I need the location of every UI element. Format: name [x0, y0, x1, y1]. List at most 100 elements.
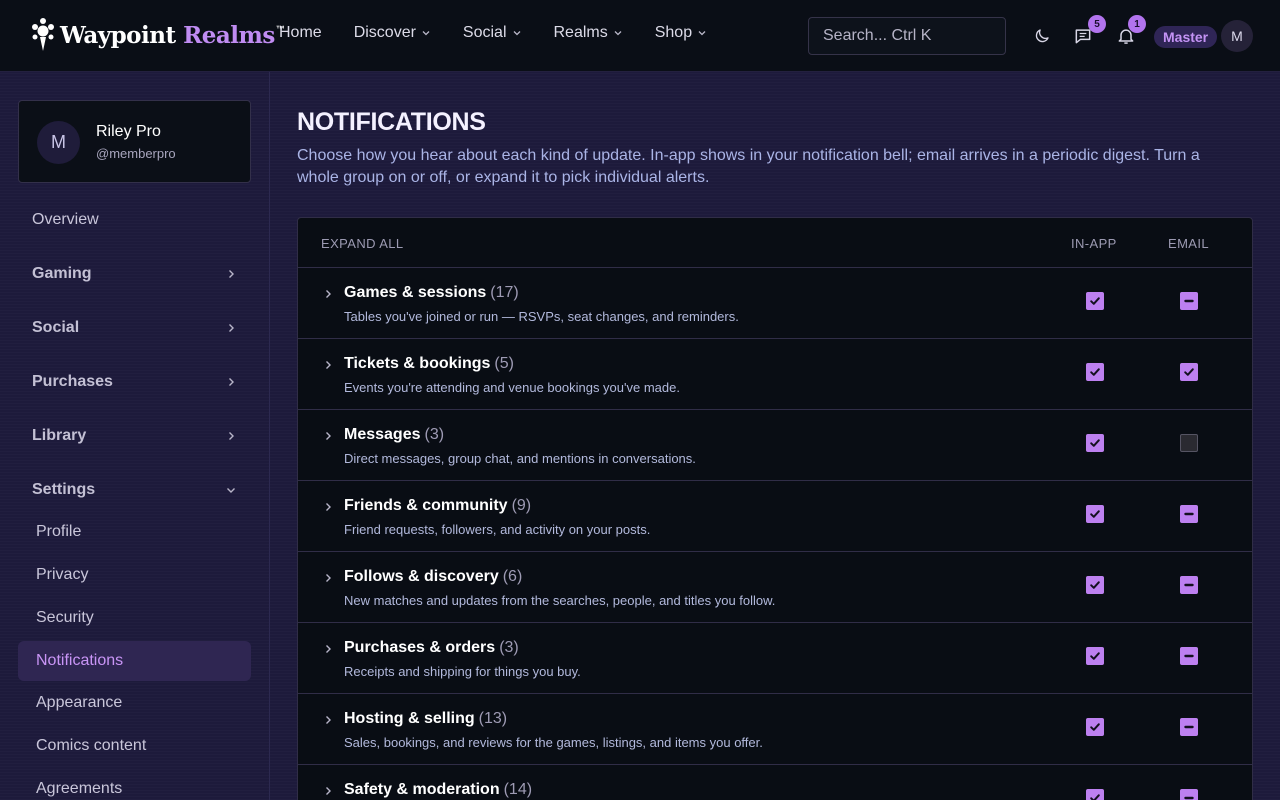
notifications-button[interactable]: 1: [1114, 15, 1146, 48]
email-checkbox[interactable]: [1180, 647, 1198, 665]
chevron-right-icon[interactable]: [322, 572, 334, 584]
group-description: Tables you've joined or run — RSVPs, sea…: [344, 309, 739, 324]
messages-button[interactable]: 5: [1071, 15, 1106, 48]
nav-shop[interactable]: Shop: [655, 24, 707, 42]
group-title: Friends & community (9): [344, 497, 531, 515]
email-checkbox[interactable]: [1180, 363, 1198, 381]
group-description: Sales, bookings, and reviews for the gam…: [344, 735, 763, 750]
sidebar-item-label: Profile: [36, 523, 82, 540]
sidebar-item-purchases[interactable]: Purchases: [18, 362, 251, 402]
user-avatar-button[interactable]: M: [1221, 20, 1253, 52]
check-icon: [1090, 510, 1100, 518]
group-count: (14): [503, 781, 533, 798]
nav-discover[interactable]: Discover: [354, 24, 431, 42]
sidebar-item-appearance[interactable]: Appearance: [18, 683, 251, 723]
search-input[interactable]: Search... Ctrl K: [808, 17, 1006, 55]
chevron-down-icon: [513, 31, 520, 36]
sidebar-item-privacy[interactable]: Privacy: [18, 555, 251, 595]
group-name: Friends & community: [344, 497, 508, 514]
group-name: Games & sessions: [344, 284, 487, 301]
sidebar-item-label: Privacy: [36, 566, 89, 583]
brand-name: Waypoint Realms™: [60, 21, 285, 49]
chevron-right-icon[interactable]: [322, 714, 334, 726]
group-name: Purchases & orders: [344, 639, 496, 656]
minus-icon: [1184, 299, 1194, 303]
nav-realms[interactable]: Realms: [554, 24, 623, 42]
nav-home[interactable]: Home: [279, 24, 322, 42]
expand-all-button[interactable]: EXPAND ALL: [321, 236, 404, 251]
chevron-right-icon[interactable]: [322, 501, 334, 513]
table-row[interactable]: Messages (3) Direct messages, group chat, …: [298, 410, 1252, 481]
sidebar-item-overview[interactable]: Overview: [18, 200, 251, 240]
nav-realms-label: Realms: [553, 24, 608, 41]
in-app-checkbox[interactable]: [1086, 576, 1104, 594]
chevron-right-icon: [229, 270, 234, 278]
nav-social-label: Social: [462, 24, 507, 41]
sidebar-item-security[interactable]: Security: [18, 598, 251, 638]
group-title: Tickets & bookings (5): [344, 355, 514, 373]
chevron-down-icon: [698, 31, 706, 36]
avatar-initial: M: [1231, 28, 1243, 44]
sidebar-item-label: Appearance: [36, 694, 123, 711]
sidebar-item-social[interactable]: Social: [18, 308, 251, 348]
profile-card[interactable]: M Riley Pro @memberpro: [18, 100, 251, 183]
email-checkbox[interactable]: [1180, 505, 1198, 523]
group-count: (3): [424, 426, 445, 443]
in-app-checkbox[interactable]: [1086, 434, 1104, 452]
in-app-checkbox[interactable]: [1086, 505, 1104, 523]
in-app-checkbox[interactable]: [1086, 363, 1104, 381]
email-checkbox[interactable]: [1180, 292, 1198, 310]
sidebar-item-comics-content[interactable]: Comics content: [18, 726, 251, 766]
chevron-right-icon: [229, 432, 234, 440]
nav-social[interactable]: Social: [463, 24, 522, 42]
chevron-down-icon: [614, 31, 622, 36]
sidebar-item-label: Agreements: [36, 780, 123, 797]
profile-initial: M: [51, 132, 66, 152]
email-checkbox[interactable]: [1180, 576, 1198, 594]
sidebar-item-gaming[interactable]: Gaming: [18, 254, 251, 294]
email-checkbox[interactable]: [1180, 434, 1198, 452]
table-row[interactable]: Games & sessions (17) Tables you've joined…: [298, 268, 1252, 339]
brand-logo-link[interactable]: Waypoint Realms™: [30, 15, 285, 55]
email-checkbox[interactable]: [1180, 718, 1198, 736]
table-row[interactable]: Safety & moderation (14): [298, 765, 1252, 800]
minus-icon: [1184, 583, 1194, 587]
top-bar: Waypoint Realms™ Home Discover Social Re…: [0, 0, 1280, 72]
page-description: Choose how you hear about each kind of u…: [297, 147, 1200, 186]
table-row[interactable]: Hosting & selling (13) Sales, bookings, an…: [298, 694, 1252, 765]
brand-name-accent: Realms: [183, 21, 275, 49]
chevron-right-icon[interactable]: [322, 430, 334, 442]
notification-settings-table: EXPAND ALL IN-APP EMAIL Games & sessions…: [297, 217, 1253, 800]
chevron-down-icon: [422, 31, 430, 36]
in-app-checkbox[interactable]: [1086, 718, 1104, 736]
in-app-checkbox[interactable]: [1086, 647, 1104, 665]
email-checkbox[interactable]: [1180, 789, 1198, 800]
check-icon: [1184, 368, 1194, 376]
minus-icon: [1184, 512, 1194, 516]
table-row[interactable]: Purchases & orders (3) Receipts and shippi…: [298, 623, 1252, 694]
sidebar-item-agreements[interactable]: Agreements: [18, 769, 251, 800]
sidebar-item-label: Purchases: [32, 373, 113, 390]
group-title: Safety & moderation (14): [344, 781, 532, 799]
search-placeholder: Search... Ctrl K: [823, 27, 932, 44]
chevron-right-icon[interactable]: [322, 288, 334, 300]
chevron-right-icon[interactable]: [322, 643, 334, 655]
chevron-right-icon[interactable]: [322, 785, 334, 797]
sidebar-item-notifications[interactable]: Notifications: [18, 641, 251, 681]
nav-discover-label: Discover: [353, 24, 416, 41]
table-row[interactable]: Follows & discovery (6) New matches and up…: [298, 552, 1252, 623]
group-title: Games & sessions (17): [344, 284, 519, 302]
theme-toggle-button[interactable]: [1030, 24, 1054, 48]
sidebar-item-library[interactable]: Library: [18, 416, 251, 456]
sidebar-item-settings[interactable]: Settings: [18, 470, 251, 510]
notifications-count-badge: 1: [1128, 15, 1146, 33]
in-app-checkbox[interactable]: [1086, 292, 1104, 310]
nav-home-label: Home: [279, 24, 322, 41]
sidebar-item-profile[interactable]: Profile: [18, 512, 251, 552]
in-app-checkbox[interactable]: [1086, 789, 1104, 800]
chevron-right-icon[interactable]: [322, 359, 334, 371]
table-row[interactable]: Tickets & bookings (5) Events you're atten…: [298, 339, 1252, 410]
table-row[interactable]: Friends & community (9) Friend requests, f…: [298, 481, 1252, 552]
page-title: NOTIFICATIONS: [297, 108, 486, 136]
group-title: Hosting & selling (13): [344, 710, 507, 728]
